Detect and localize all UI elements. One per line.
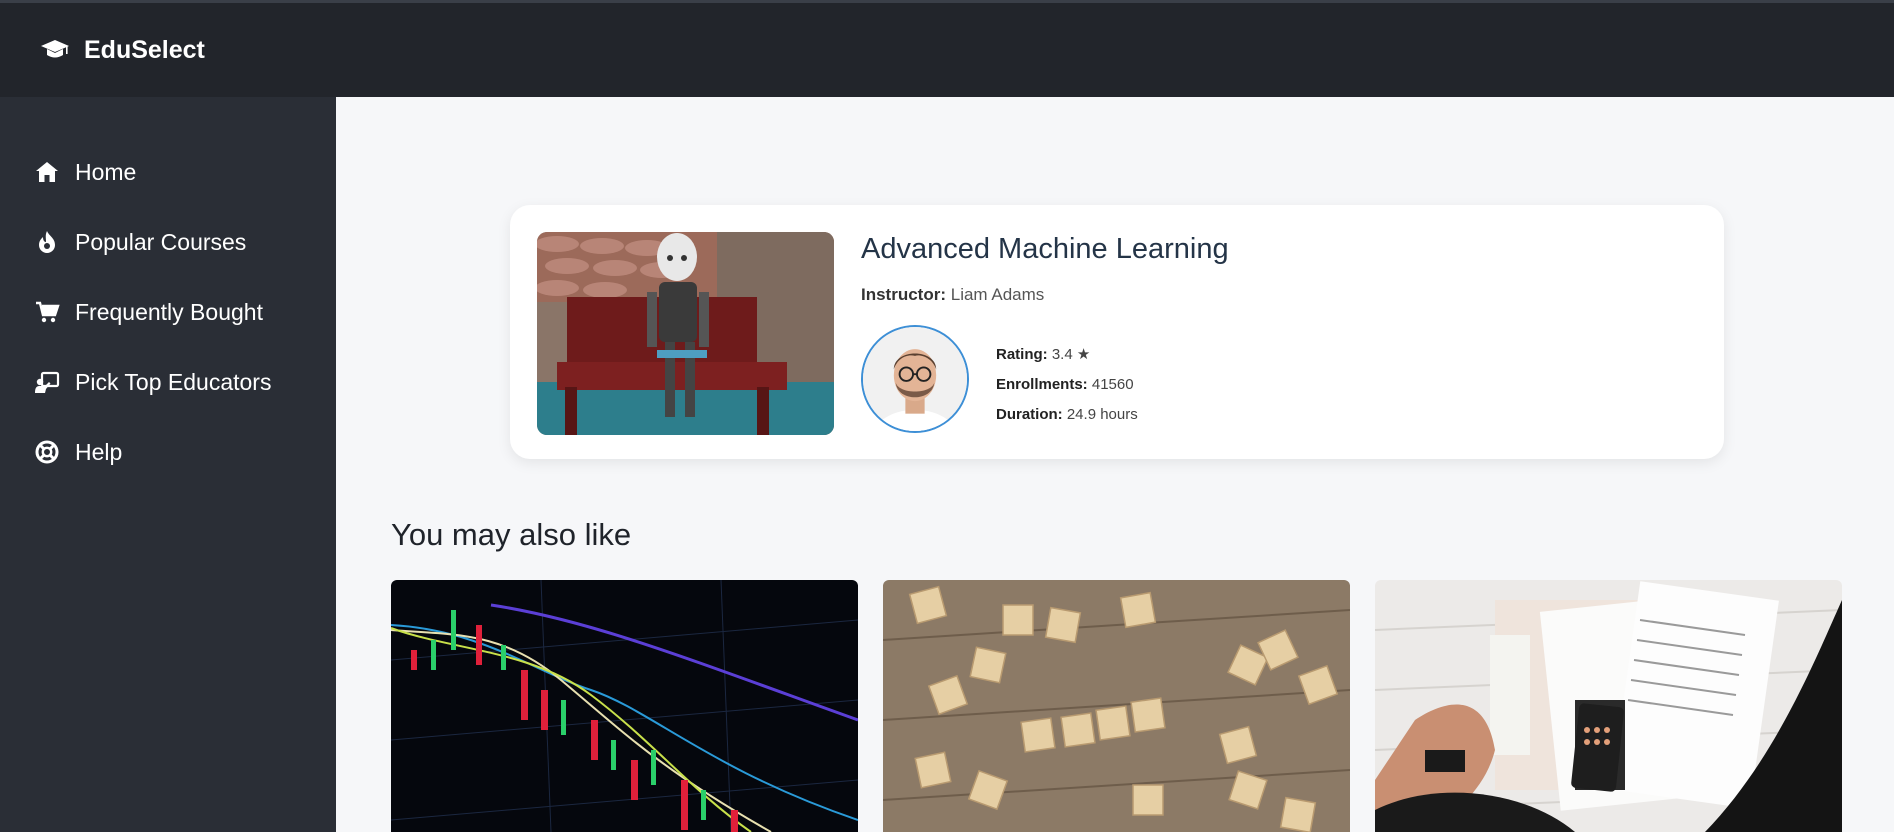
- top-navbar: EduSelect: [0, 3, 1894, 97]
- sidebar-item-help[interactable]: Help: [0, 417, 336, 487]
- duration-value: 24.9 hours: [1066, 406, 1138, 423]
- instructor-label: Instructor:: [861, 285, 946, 304]
- tax-documents-image: [1375, 580, 1842, 832]
- rating-value: 3.4 ★: [1051, 346, 1091, 363]
- cart-icon: [33, 298, 61, 326]
- sidebar-item-home[interactable]: Home: [0, 137, 336, 207]
- educator-icon: [33, 368, 61, 396]
- recommended-course-card-2[interactable]: [883, 580, 1350, 832]
- enrollments-label: Enrollments:: [996, 376, 1088, 393]
- instructor-line: Instructor: Liam Adams: [861, 285, 1044, 305]
- instructor-avatar: [861, 325, 969, 433]
- sidebar-item-label: Home: [75, 158, 137, 185]
- graduation-cap-icon: [41, 40, 69, 58]
- sidebar-item-label: Help: [75, 438, 123, 465]
- course-title[interactable]: Advanced Machine Learning: [861, 233, 1229, 266]
- recommendations-heading: You may also like: [391, 517, 632, 552]
- letter-tiles-image: [883, 580, 1350, 832]
- fire-icon: [33, 228, 61, 256]
- recommended-course-card-1[interactable]: [391, 580, 858, 832]
- sidebar-item-label: Popular Courses: [75, 228, 247, 255]
- main-content: Advanced Machine Learning Instructor: Li…: [336, 97, 1894, 832]
- sidebar: Home Popular Courses Frequently Bought P…: [0, 97, 336, 832]
- sidebar-item-pick-top-educators[interactable]: Pick Top Educators: [0, 347, 336, 417]
- brand-name: EduSelect: [84, 35, 205, 64]
- enrollments-value: 41560: [1091, 376, 1134, 393]
- lifebuoy-icon: [33, 438, 61, 466]
- instructor-name: Liam Adams: [950, 285, 1045, 304]
- sidebar-item-frequently-bought[interactable]: Frequently Bought: [0, 277, 336, 347]
- duration-row: Duration: 24.9 hours: [996, 400, 1138, 430]
- home-icon: [33, 158, 61, 186]
- stock-chart-image: [391, 580, 858, 832]
- course-stats: Rating: 3.4 ★ Enrollments: 41560 Duratio…: [996, 340, 1138, 430]
- sidebar-item-label: Frequently Bought: [75, 298, 263, 325]
- course-thumbnail: [537, 232, 834, 435]
- enrollments-row: Enrollments: 41560: [996, 370, 1138, 400]
- featured-course-card[interactable]: Advanced Machine Learning Instructor: Li…: [510, 205, 1724, 459]
- brand-logo[interactable]: EduSelect: [40, 36, 205, 65]
- sidebar-item-popular-courses[interactable]: Popular Courses: [0, 207, 336, 277]
- rating-row: Rating: 3.4 ★: [996, 340, 1138, 370]
- rating-label: Rating:: [996, 346, 1048, 363]
- recommended-course-card-3[interactable]: [1375, 580, 1842, 832]
- sidebar-item-label: Pick Top Educators: [75, 368, 272, 395]
- duration-label: Duration:: [996, 406, 1063, 423]
